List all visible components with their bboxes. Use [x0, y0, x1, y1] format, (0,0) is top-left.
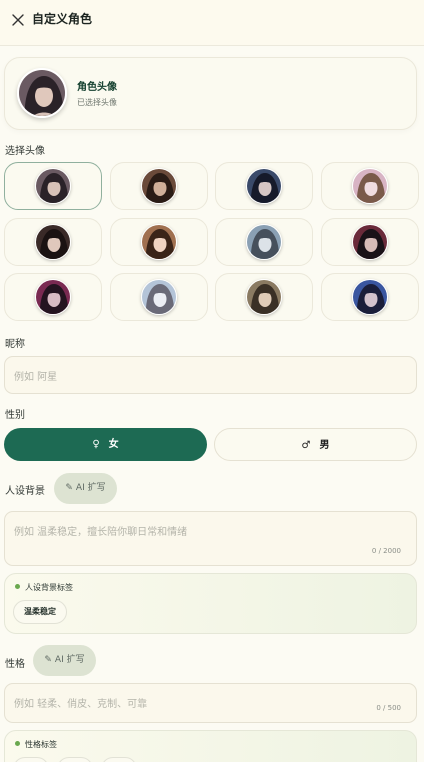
gender-label: 性别: [5, 410, 25, 421]
background-tags-title: 人设背景标签: [15, 582, 73, 593]
avatar-option[interactable]: [109, 162, 208, 210]
background-ai-label: AI 扩写: [75, 483, 106, 493]
avatar-option[interactable]: [109, 273, 208, 321]
nickname-input[interactable]: 例如 阿星: [4, 356, 417, 394]
personality-tag-chip[interactable]: [101, 757, 137, 762]
personality-counter: 0 / 500: [376, 704, 401, 712]
avatar-preview-card: 角色头像 已选择头像: [4, 57, 417, 130]
avatar-option[interactable]: [320, 217, 419, 266]
background-tags-card: 人设背景标签 温柔稳定: [4, 573, 417, 634]
avatar-thumbnail: [35, 279, 71, 315]
avatar-thumbnail: [351, 168, 388, 204]
avatar-thumbnail: [35, 168, 71, 204]
gender-male-button[interactable]: ♂ 男: [214, 428, 417, 461]
personality-tag-chip[interactable]: [57, 757, 93, 762]
dot-icon: [15, 584, 20, 589]
avatar-thumbnail: [246, 168, 282, 204]
personality-ai-expand-button[interactable]: ✎ AI 扩写: [33, 645, 96, 676]
nickname-label: 昵称: [5, 339, 25, 350]
personality-textarea[interactable]: 例如 轻柔、俏皮、克制、可靠 0 / 500: [4, 683, 417, 723]
personality-tag-chip[interactable]: [13, 757, 49, 762]
avatar-option[interactable]: [4, 273, 102, 321]
personality-tags-card: 性格标签: [4, 730, 417, 762]
background-ai-expand-button[interactable]: ✎ AI 扩写: [54, 473, 117, 504]
avatar-thumbnail: [246, 279, 282, 315]
avatar-option[interactable]: [215, 217, 313, 266]
avatar-option[interactable]: [4, 162, 102, 210]
avatar-thumbnail: [351, 223, 388, 260]
avatar-thumbnail: [35, 223, 71, 260]
personality-placeholder: 例如 轻柔、俏皮、克制、可靠: [14, 699, 148, 710]
dot-icon: [15, 741, 20, 746]
male-icon: ♂: [301, 440, 311, 451]
background-tag-chip[interactable]: 温柔稳定: [13, 600, 67, 624]
avatar-status: 已选择头像: [77, 98, 117, 107]
top-bar: 自定义角色: [0, 0, 424, 46]
page-title: 自定义角色: [32, 12, 93, 26]
avatar-thumbnail: [246, 223, 282, 260]
female-icon: ♀: [92, 439, 100, 450]
nickname-placeholder: 例如 阿星: [14, 372, 58, 383]
avatar-thumbnail: [140, 168, 177, 204]
avatar-option[interactable]: [320, 273, 419, 321]
avatar-thumbnail: [140, 223, 177, 260]
gender-male-label: 男: [319, 440, 330, 451]
gender-female-label: 女: [108, 439, 119, 450]
personality-ai-label: AI 扩写: [54, 655, 85, 665]
avatar-thumbnail: [351, 279, 388, 315]
avatar-option[interactable]: [215, 273, 313, 321]
close-icon[interactable]: [11, 13, 25, 27]
avatar-title: 角色头像: [77, 82, 117, 93]
gender-female-button[interactable]: ♀ 女: [4, 428, 207, 461]
avatar-option[interactable]: [109, 217, 208, 266]
background-counter: 0 / 2000: [371, 547, 401, 555]
avatar-thumbnail: [140, 279, 177, 315]
avatar-option[interactable]: [215, 162, 313, 210]
avatar-option[interactable]: [320, 162, 419, 210]
background-placeholder: 例如 温柔稳定，擅长陪你聊日常和情绪: [14, 527, 188, 538]
pen-icon: ✎: [44, 655, 52, 665]
personality-tags-title: 性格标签: [15, 739, 57, 750]
avatar-section-label: 选择头像: [5, 146, 45, 157]
pen-icon: ✎: [65, 483, 73, 493]
background-label: 人设背景: [5, 486, 45, 497]
avatar-grid: [4, 162, 419, 324]
selected-avatar[interactable]: [17, 68, 67, 118]
background-textarea[interactable]: 例如 温柔稳定，擅长陪你聊日常和情绪 0 / 2000: [4, 511, 417, 566]
avatar-option[interactable]: [4, 217, 102, 266]
personality-label: 性格: [5, 659, 25, 670]
